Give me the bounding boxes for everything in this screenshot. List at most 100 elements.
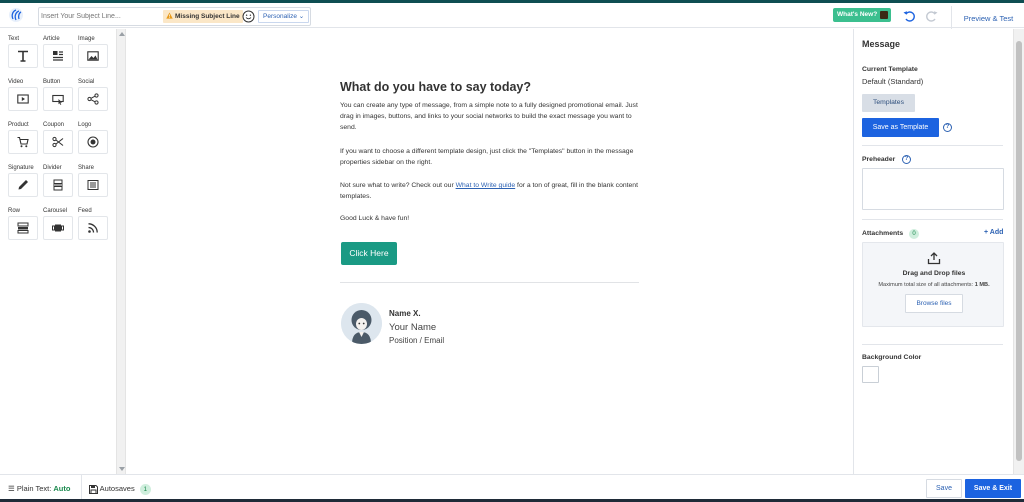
block-feed[interactable]: Feed: [78, 207, 113, 240]
carousel-icon: [52, 224, 64, 232]
click-here-button[interactable]: Click Here: [341, 242, 397, 265]
gift-icon: [880, 11, 889, 19]
pen-icon: [18, 180, 28, 190]
block-label: Button: [43, 79, 61, 85]
scissors-icon: [52, 136, 64, 148]
block-social[interactable]: Social: [78, 78, 113, 111]
what-to-write-link[interactable]: What to Write guide: [456, 182, 516, 189]
block-share[interactable]: Share: [78, 164, 113, 197]
block-image[interactable]: Image: [78, 35, 113, 68]
browse-files-button[interactable]: Browse files: [905, 294, 963, 313]
attachments-dropzone[interactable]: Drag and Drop files Maximum total size o…: [862, 242, 1004, 327]
whats-new-label: What's New?: [837, 11, 878, 18]
block-label: Video: [8, 79, 24, 85]
save-as-template-button[interactable]: Save as Template: [862, 118, 939, 137]
background-color-picker[interactable]: [862, 366, 879, 383]
email-divider: [340, 282, 639, 283]
block-logo[interactable]: Logo: [78, 121, 113, 154]
dropzone-note-text: Maximum total size of all attachments:: [878, 282, 975, 288]
video-icon: [17, 94, 29, 104]
block-label: Product: [8, 122, 29, 128]
avatar-person-icon: [341, 303, 382, 344]
plain-text-toggle[interactable]: ☰ Plain Text: Auto: [8, 475, 70, 502]
block-label: Logo: [78, 122, 92, 128]
sidebar-divider: [862, 219, 1003, 220]
email-paragraph[interactable]: Not sure what to write? Check out our Wh…: [340, 180, 640, 202]
attachments-count-badge: 0: [909, 229, 919, 239]
block-label: Divider: [43, 165, 62, 171]
preheader-label: Preheader: [862, 156, 896, 163]
block-video[interactable]: Video: [8, 78, 43, 111]
dropzone-title: Drag and Drop files: [902, 270, 966, 277]
signature-name[interactable]: Name X.: [389, 309, 421, 318]
block-product[interactable]: Product: [8, 121, 43, 154]
top-toolbar: Missing Subject Line Personalize ⌄ What'…: [0, 3, 1024, 31]
block-signature[interactable]: Signature: [8, 164, 43, 197]
subject-input[interactable]: [41, 10, 159, 23]
signature-your-name[interactable]: Your Name: [389, 322, 436, 333]
personalize-dropdown[interactable]: Personalize ⌄: [258, 10, 310, 23]
warning-icon: [166, 12, 173, 19]
scroll-down-icon[interactable]: [119, 467, 125, 471]
save-button[interactable]: Save: [926, 479, 962, 498]
share-nodes-icon: [87, 93, 99, 105]
missing-subject-badge: Missing Subject Line: [163, 10, 243, 23]
emoji-icon[interactable]: [242, 10, 255, 23]
preview-test-button[interactable]: Preview & Test: [953, 6, 1024, 31]
sidebar-scrollbar[interactable]: [1013, 29, 1024, 474]
block-label: Feed: [78, 208, 92, 214]
cart-icon: [17, 136, 29, 148]
scroll-up-icon[interactable]: [119, 32, 125, 36]
rss-icon: [88, 223, 98, 233]
block-coupon[interactable]: Coupon: [43, 121, 78, 154]
block-carousel[interactable]: Carousel: [43, 207, 78, 240]
block-label: Article: [43, 36, 60, 42]
block-article[interactable]: Article: [43, 35, 78, 68]
image-icon: [87, 51, 99, 61]
text-icon: [18, 50, 28, 62]
block-button[interactable]: Button: [43, 78, 78, 111]
help-icon[interactable]: ?: [902, 155, 911, 164]
email-paragraph[interactable]: You can create any type of message, from…: [340, 100, 640, 133]
block-label: Row: [8, 208, 21, 214]
blocks-scrollbar[interactable]: [116, 29, 126, 474]
current-template-label: Current Template: [862, 66, 918, 73]
dropzone-note-size: 1 MB.: [974, 282, 990, 288]
redo-icon[interactable]: [925, 9, 939, 23]
block-divider[interactable]: Divider: [43, 164, 78, 197]
save-exit-button[interactable]: Save & Exit: [965, 479, 1021, 498]
missing-subject-text: Missing Subject Line: [175, 13, 240, 20]
article-icon: [53, 51, 63, 61]
avatar[interactable]: [341, 303, 382, 344]
content-blocks-panel: Text Article Image Video Button Social P…: [0, 29, 116, 474]
block-label: Social: [78, 79, 95, 85]
logo-icon: [87, 136, 99, 148]
dropzone-note: Maximum total size of all attachments: 1…: [863, 282, 1005, 288]
email-canvas[interactable]: [127, 29, 853, 474]
signature-position[interactable]: Position / Email: [389, 336, 444, 345]
email-heading[interactable]: What do you have to say today?: [340, 80, 531, 94]
help-icon[interactable]: ?: [943, 123, 952, 132]
block-label: Text: [8, 36, 20, 42]
whats-new-button[interactable]: What's New?: [833, 8, 892, 22]
email-paragraph[interactable]: Good Luck & have fun!: [340, 213, 640, 224]
add-attachment-link[interactable]: + Add: [984, 229, 1003, 236]
preheader-input[interactable]: [862, 168, 1004, 210]
undo-icon[interactable]: [902, 9, 916, 23]
autosaves-button[interactable]: Autosaves 1: [89, 475, 151, 502]
app-logo-icon[interactable]: [8, 7, 24, 23]
autosaves-label: Autosaves: [99, 484, 135, 493]
sidebar-divider: [862, 344, 1003, 345]
block-label: Carousel: [43, 208, 68, 214]
block-row[interactable]: Row: [8, 207, 43, 240]
templates-button[interactable]: Templates: [862, 94, 915, 112]
email-paragraph[interactable]: If you want to choose a different templa…: [340, 146, 640, 168]
block-label: Signature: [8, 165, 34, 171]
upload-icon: [927, 252, 941, 265]
autosaves-count-badge: 1: [139, 483, 151, 495]
scrollbar-thumb[interactable]: [1016, 41, 1022, 461]
personalize-label: Personalize: [263, 13, 297, 20]
block-text[interactable]: Text: [8, 35, 43, 68]
list-lines-icon: ☰: [8, 484, 15, 493]
divider-icon: [53, 179, 63, 191]
